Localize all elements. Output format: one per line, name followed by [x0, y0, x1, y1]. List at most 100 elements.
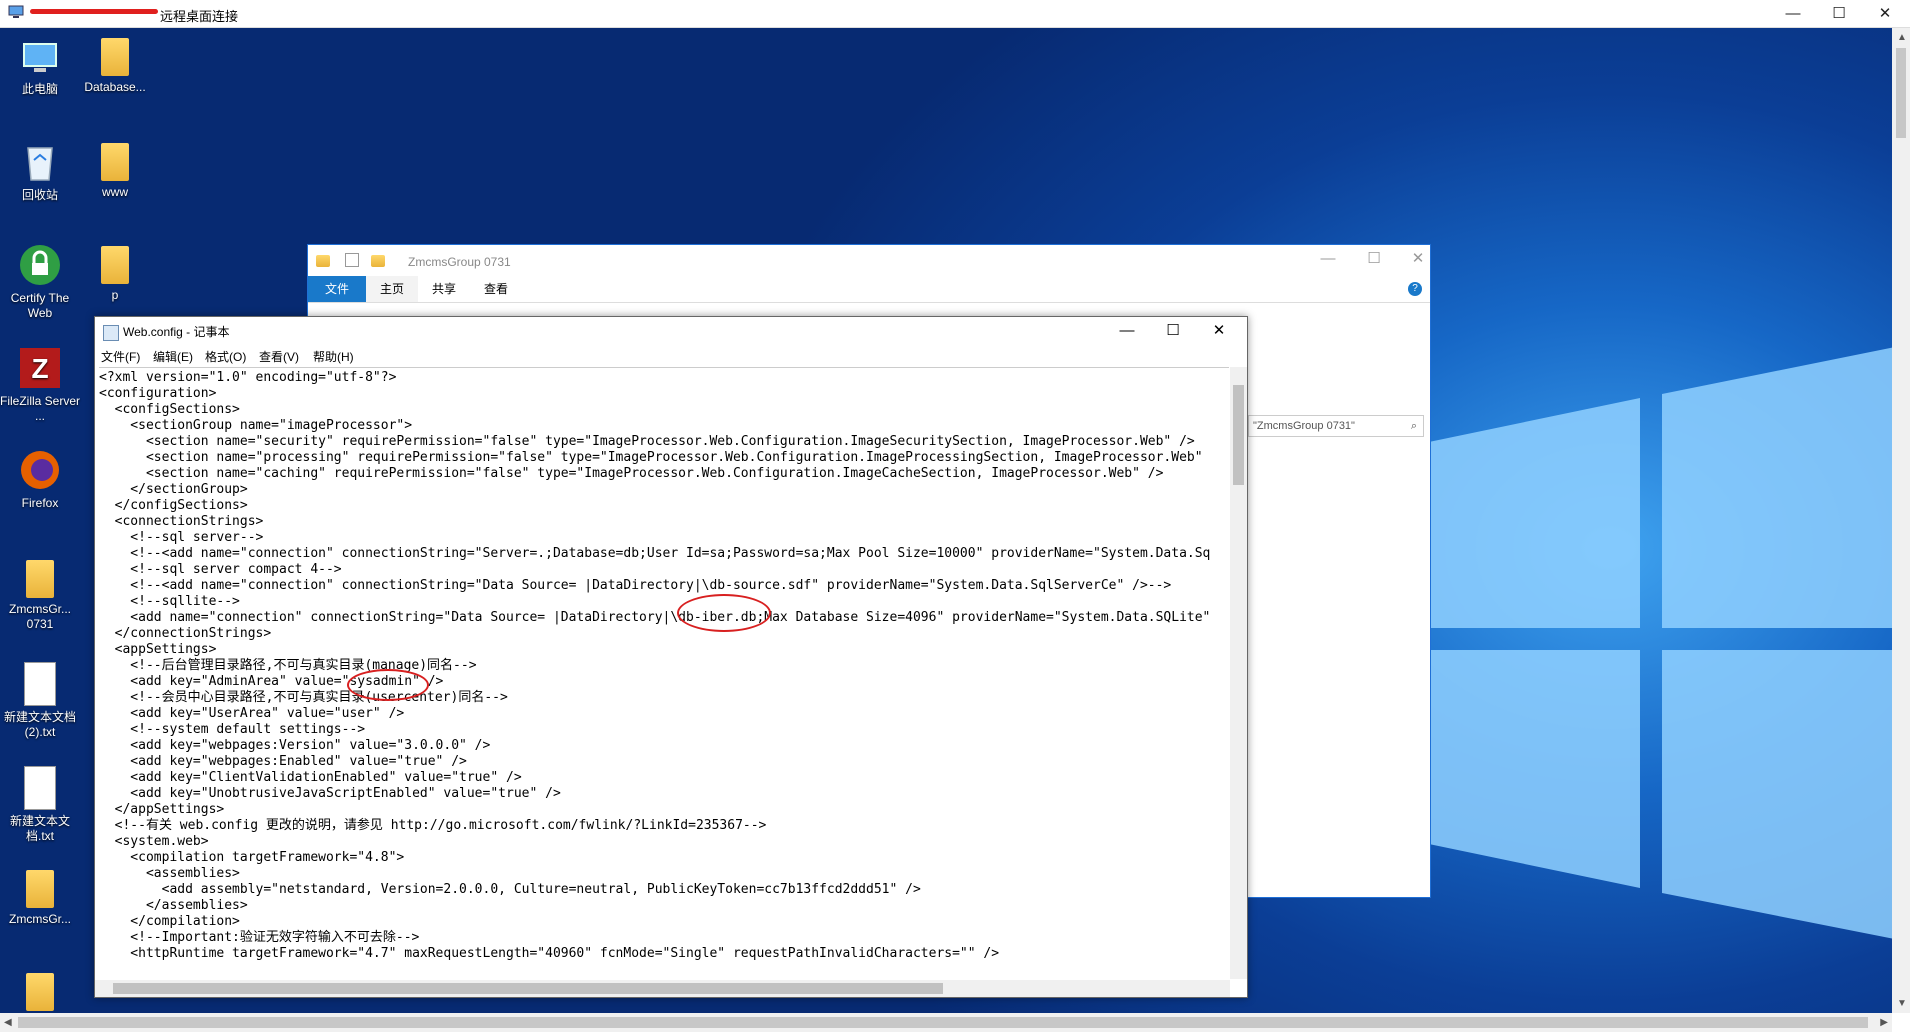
notepad-menu-bar: 文件(F) 编辑(E) 格式(O) 查看(V) 帮助(H) [95, 345, 1247, 365]
desktop-icon-certify-the-web[interactable]: Certify The Web [0, 243, 80, 321]
desktop-icon-label: www [102, 185, 128, 199]
code-line: </configSections> [99, 498, 248, 513]
recycle-bin-icon [27, 147, 53, 181]
folder-icon [101, 246, 129, 284]
menu-format[interactable]: 格式(O) [205, 348, 246, 365]
computer-icon [23, 43, 57, 72]
explorer-ribbon-tabs: 文件 主页 共享 查看 ? [308, 276, 1430, 303]
explorer-quick-access-icons [316, 253, 385, 270]
code-line: <section name="processing" requirePermis… [99, 450, 1203, 465]
code-line: <configSections> [99, 402, 240, 417]
code-line: <appSettings> [99, 642, 217, 657]
desktop-icon-this-pc[interactable]: 此电脑 [0, 38, 80, 97]
properties-icon[interactable] [345, 253, 360, 267]
desktop-icon-label: 新建文本文档.txt [9, 814, 70, 843]
code-line: <assemblies> [99, 866, 240, 881]
explorer-search-box[interactable]: "ZmcmsGroup 0731" ⌕ [1248, 415, 1424, 437]
desktop-icon-zmcms-folder[interactable]: ZmcmsGr... [0, 870, 80, 927]
code-line: <!--Important:验证无效字符输入不可去除--> [99, 930, 420, 945]
scroll-down-arrow-icon[interactable]: ▼ [1897, 998, 1907, 1009]
search-icon: ⌕ [1410, 420, 1417, 432]
code-line: <add key="UnobtrusiveJavaScriptEnabled" … [99, 786, 561, 801]
notepad-maximize-button[interactable]: ☐ [1153, 317, 1193, 345]
remote-vertical-scrollbar[interactable]: ▲ ▼ [1892, 28, 1910, 1013]
scroll-right-arrow-icon[interactable]: ▶ [1880, 1017, 1888, 1028]
redaction-mark [30, 9, 158, 14]
desktop-icon-label: Database... [84, 80, 146, 94]
explorer-minimize-button[interactable]: — [1308, 245, 1348, 273]
menu-edit[interactable]: 编辑(E) [153, 348, 193, 365]
tab-view[interactable]: 查看 [470, 276, 522, 302]
desktop-icon-label: 此电脑 [21, 82, 58, 96]
annotation-circle [347, 669, 429, 701]
scrollbar-thumb[interactable] [18, 1017, 1868, 1028]
desktop-icon-www-folder[interactable]: www [75, 143, 155, 200]
desktop-icon-filezilla-server[interactable]: Z FileZilla Server ... [0, 346, 80, 424]
code-line: </assemblies> [99, 898, 248, 913]
notepad-close-button[interactable]: ✕ [1199, 317, 1239, 345]
desktop-icon-new-text-document-2[interactable]: 新建文本文档 (2).txt [0, 662, 80, 740]
desktop-icon-label: ZmcmsGr... [9, 912, 71, 926]
code-line: <!--system default settings--> [99, 722, 366, 737]
code-line: <!--有关 web.config 更改的说明，请参见 http://go.mi… [99, 818, 767, 833]
windows-logo [1400, 347, 1892, 939]
menu-file[interactable]: 文件(F) [101, 348, 140, 365]
notepad-minimize-button[interactable]: — [1107, 317, 1147, 345]
scrollbar-thumb[interactable] [113, 983, 943, 994]
folder-icon [26, 560, 54, 598]
code-line: <add assembly="netstandard, Version=2.0.… [99, 882, 921, 897]
code-line: <!--sql server compact 4--> [99, 562, 342, 577]
desktop-icon-label: p [111, 288, 119, 302]
code-line: <section name="caching" requirePermissio… [99, 466, 1164, 481]
folder-icon [26, 973, 54, 1011]
rdp-title-bar: 远程桌面连接 — ☐ ✕ [0, 0, 1910, 28]
notepad-window: Web.config - 记事本 — ☐ ✕ 文件(F) 编辑(E) 格式(O)… [94, 316, 1248, 998]
code-line: <add key="UserArea" value="user" /> [99, 706, 405, 721]
notepad-text-area[interactable]: <?xml version="1.0" encoding="utf-8"?> <c… [99, 367, 1229, 980]
tab-share[interactable]: 共享 [418, 276, 470, 302]
scroll-left-arrow-icon[interactable]: ◀ [4, 1017, 12, 1028]
code-line: <!--<add name="connection" connectionStr… [99, 578, 1172, 593]
tab-file[interactable]: 文件 [308, 276, 366, 302]
menu-view[interactable]: 查看(V) [259, 348, 299, 365]
notepad-vertical-scrollbar[interactable] [1230, 367, 1247, 979]
tab-home[interactable]: 主页 [366, 276, 419, 302]
desktop-icon-folder[interactable] [0, 973, 80, 1013]
desktop-icon-label: 新建文本文档 (2).txt [3, 710, 76, 739]
code-line: <section name="security" requirePermissi… [99, 434, 1195, 449]
explorer-maximize-button[interactable]: ☐ [1354, 245, 1394, 273]
firefox-icon [21, 451, 59, 489]
desktop-icon-label: Certify The Web [10, 291, 70, 320]
desktop-icon-zmcms-0731-folder[interactable]: ZmcmsGr... 0731 [0, 560, 80, 632]
scrollbar-thumb[interactable] [1233, 385, 1244, 485]
code-line: <sectionGroup name="imageProcessor"> [99, 418, 413, 433]
code-line: <add key="ClientValidationEnabled" value… [99, 770, 522, 785]
rdp-maximize-button[interactable]: ☐ [1816, 0, 1862, 27]
code-line: </connectionStrings> [99, 626, 272, 641]
remote-horizontal-scrollbar[interactable]: ◀ ▶ [0, 1013, 1892, 1032]
code-line: <connectionStrings> [99, 514, 264, 529]
desktop-icon-recycle-bin[interactable]: 回收站 [0, 140, 80, 203]
desktop-icon-label: 回收站 [21, 188, 58, 202]
new-folder-icon[interactable] [370, 255, 385, 267]
desktop-icon-firefox[interactable]: Firefox [0, 448, 80, 511]
rdp-close-button[interactable]: ✕ [1862, 0, 1908, 27]
scrollbar-thumb[interactable] [1896, 48, 1906, 138]
code-line: </compilation> [99, 914, 240, 929]
code-line: <!--sql server--> [99, 530, 264, 545]
menu-help[interactable]: 帮助(H) [313, 348, 354, 365]
desktop-icon-new-text-document[interactable]: 新建文本文档.txt [0, 766, 80, 844]
desktop-icon-database-folder[interactable]: Database... [75, 38, 155, 95]
rdp-minimize-button[interactable]: — [1770, 0, 1816, 27]
rdp-window-title: 远程桌面连接 [160, 9, 239, 24]
remote-desktop-icon [8, 5, 24, 18]
scroll-up-arrow-icon[interactable]: ▲ [1897, 32, 1907, 43]
help-icon[interactable]: ? [1408, 282, 1422, 296]
explorer-close-button[interactable]: ✕ [1398, 245, 1438, 273]
certify-lock-icon [20, 245, 60, 285]
desktop-icon-label: ZmcmsGr... 0731 [9, 602, 71, 631]
desktop-icon-p-folder[interactable]: p [75, 246, 155, 303]
svg-text:Z: Z [31, 353, 48, 384]
search-placeholder: "ZmcmsGroup 0731" [1253, 420, 1355, 432]
notepad-horizontal-scrollbar[interactable] [95, 980, 1230, 997]
